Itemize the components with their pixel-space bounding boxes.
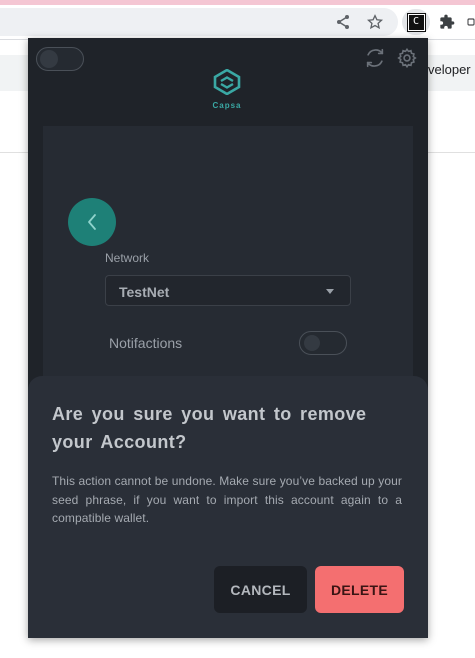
- header-toggle[interactable]: [36, 47, 84, 71]
- dialog-title: Are you sure you want to remove your Acc…: [52, 404, 367, 452]
- toggle-knob: [40, 50, 58, 68]
- remove-account-dialog: Are you sure you want to remove your Acc…: [28, 376, 428, 638]
- logo-text: Capsa: [212, 101, 242, 110]
- bookmark-star-icon[interactable]: [366, 13, 384, 31]
- settings-panel: [43, 126, 413, 386]
- gear-icon[interactable]: [396, 47, 418, 69]
- network-select[interactable]: TestNet: [105, 275, 351, 306]
- share-icon[interactable]: [334, 13, 352, 31]
- dropdown-caret-icon: [326, 289, 334, 294]
- network-value: TestNet: [119, 284, 170, 300]
- toggle-knob: [304, 335, 320, 351]
- chevron-left-icon: [88, 214, 96, 230]
- background-page-text: veloper r: [428, 62, 475, 77]
- refresh-icon[interactable]: [364, 47, 386, 69]
- capsa-logo: Capsa: [209, 68, 245, 110]
- browser-toolbar: C: [0, 5, 475, 39]
- delete-button[interactable]: DELETE: [315, 566, 404, 613]
- cancel-button[interactable]: CANCEL: [214, 566, 307, 613]
- notifications-label: Notifactions: [109, 335, 183, 351]
- extension-letter: C: [406, 12, 426, 32]
- sidepanel-icon[interactable]: [467, 13, 475, 31]
- extensions-puzzle-icon[interactable]: [438, 13, 456, 31]
- capsa-logo-icon: [213, 68, 241, 96]
- capsa-extension-button[interactable]: C: [402, 9, 430, 35]
- dialog-message: This action cannot be undone. Make sure …: [52, 474, 402, 525]
- network-label: Network: [105, 251, 150, 265]
- capsa-popup: Capsa Network TestNet Notifactions Are y…: [28, 38, 428, 638]
- notifications-toggle[interactable]: [299, 331, 347, 355]
- back-button[interactable]: [68, 198, 116, 246]
